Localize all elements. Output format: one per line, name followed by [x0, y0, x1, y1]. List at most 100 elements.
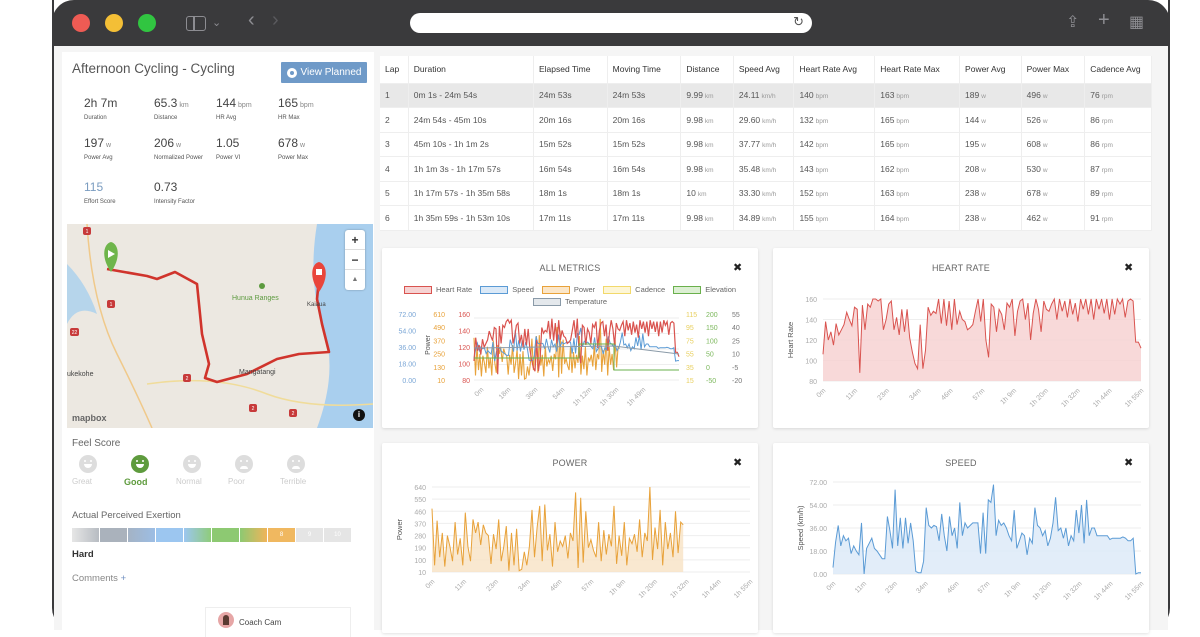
y-tick-temperature: 10 — [732, 352, 740, 359]
feel-option-poor[interactable]: Poor — [228, 455, 280, 487]
table-cell: 6 — [380, 206, 408, 231]
column-header[interactable]: Heart Rate Max — [875, 56, 960, 83]
close-window-button[interactable] — [72, 14, 90, 32]
table-cell: 16m 54s — [607, 157, 681, 182]
x-tick-label: 1h 44m — [1092, 387, 1114, 409]
cell-unit: km — [705, 93, 714, 100]
stat-value: 0.73 — [154, 180, 220, 194]
cell-value: 76 — [1090, 90, 1099, 100]
map-label-mangatangi: Mangatangi — [239, 369, 276, 376]
minimize-window-button[interactable] — [105, 14, 123, 32]
y-tick-heart_rate: 120 — [458, 345, 470, 352]
cell-value: 143 — [799, 164, 813, 174]
table-cell: 143bpm — [794, 157, 875, 182]
column-header[interactable]: Duration — [408, 56, 533, 83]
column-header[interactable]: Moving Time — [607, 56, 681, 83]
x-tick-label: 34m — [517, 578, 532, 593]
y-tick-cadence: 55 — [686, 352, 694, 359]
rpe-segment[interactable]: 10 — [324, 528, 351, 542]
table-row[interactable]: 10m 1s - 24m 54s24m 53s24m 53s9.99km24.1… — [380, 83, 1152, 108]
tab-overview-icon[interactable]: ▦ — [1129, 13, 1144, 33]
cell-value: 9.98 — [686, 115, 703, 125]
cell-value: 238 — [965, 188, 979, 198]
column-header[interactable]: Elapsed Time — [533, 56, 607, 83]
table-row[interactable]: 51h 17m 57s - 1h 35m 58s18m 1s18m 1s10km… — [380, 181, 1152, 206]
coach-avatar — [218, 612, 234, 628]
feel-option-great[interactable]: Great — [72, 455, 124, 487]
rpe-segment[interactable] — [128, 528, 155, 542]
column-header[interactable]: Speed Avg — [733, 56, 794, 83]
view-planned-button[interactable]: View Planned — [281, 62, 367, 83]
cell-value: 4 — [385, 164, 390, 174]
sidebar-toggle-icon[interactable] — [186, 16, 206, 31]
rpe-segment[interactable] — [212, 528, 239, 542]
add-comment-icon[interactable]: + — [121, 573, 127, 584]
table-row[interactable]: 224m 54s - 45m 10s20m 16s20m 16s9.98km29… — [380, 108, 1152, 133]
forward-button[interactable]: › — [272, 10, 279, 30]
cell-value: 526 — [1027, 115, 1041, 125]
stat-value: 165bpm — [278, 96, 344, 110]
rpe-segment[interactable] — [184, 528, 211, 542]
cell-unit: rpm — [1102, 216, 1113, 223]
table-cell: 162bpm — [875, 157, 960, 182]
rpe-segment[interactable] — [240, 528, 267, 542]
cell-value: 9.98 — [686, 139, 703, 149]
share-icon[interactable]: ⇪ — [1066, 13, 1079, 33]
stat-value: 65.3km — [154, 96, 220, 110]
cell-value: 140 — [799, 90, 813, 100]
stat-item: 0.73Intensity Factor — [154, 180, 220, 207]
x-tick-label: 18m — [498, 386, 513, 401]
feel-option-terrible[interactable]: Terrible — [280, 455, 332, 487]
map-info-icon[interactable]: i — [353, 409, 365, 421]
zoom-out-button[interactable]: − — [345, 250, 365, 270]
column-header[interactable]: Power Avg — [960, 56, 1022, 83]
column-header[interactable]: Cadence Avg — [1085, 56, 1152, 83]
x-tick-label: 57m — [977, 580, 992, 595]
table-row[interactable]: 61h 35m 59s - 1h 53m 10s17m 11s17m 11s9.… — [380, 206, 1152, 231]
cell-value: 87 — [1090, 164, 1099, 174]
column-header[interactable]: Lap — [380, 56, 408, 83]
route-map[interactable]: Hunua Ranges Kaiaua Mangatangi ukekohe 1… — [67, 224, 373, 428]
eye-icon — [287, 68, 297, 78]
cell-value: 152 — [799, 188, 813, 198]
column-header[interactable]: Heart Rate Avg — [794, 56, 875, 83]
chevron-down-icon[interactable]: ⌄ — [212, 13, 221, 33]
rpe-title: Actual Perceived Exertion — [72, 510, 181, 521]
feel-option-normal[interactable]: Normal — [176, 455, 228, 487]
address-bar[interactable]: ↻ — [410, 13, 812, 33]
cell-unit: km/h — [762, 191, 776, 198]
mapbox-logo[interactable]: mapbox — [72, 413, 107, 423]
table-cell: 2 — [380, 108, 408, 133]
stat-number: 1.05 — [216, 136, 239, 150]
rpe-segment[interactable] — [100, 528, 127, 542]
map-controls: + − ▲ — [345, 230, 365, 290]
x-tick-label: 1h 12m — [572, 386, 594, 408]
cell-value: 20m 16s — [539, 115, 572, 125]
maximize-window-button[interactable] — [138, 14, 156, 32]
table-cell: 496w — [1021, 83, 1085, 108]
stat-label: Normalized Power — [154, 154, 220, 163]
reload-icon[interactable]: ↻ — [793, 14, 804, 30]
rpe-segment[interactable]: 8 — [268, 528, 295, 542]
new-tab-button[interactable]: + — [1098, 10, 1110, 30]
rpe-segment[interactable] — [156, 528, 183, 542]
x-tick-label: 1h 32m — [669, 578, 691, 600]
rpe-segment[interactable]: 9 — [296, 528, 323, 542]
x-tick-label: 23m — [876, 387, 891, 402]
back-button[interactable]: ‹ — [248, 10, 255, 30]
rpe-segment[interactable] — [72, 528, 99, 542]
y-tick-speed: 72.00 — [398, 312, 416, 319]
x-tick-label: 34m — [915, 580, 930, 595]
comments-link[interactable]: Comments + — [72, 573, 126, 584]
table-row[interactable]: 41h 1m 3s - 1h 17m 57s16m 54s16m 54s9.98… — [380, 157, 1152, 182]
column-header[interactable]: Power Max — [1021, 56, 1085, 83]
y-tick-label: 36.00 — [809, 526, 827, 533]
compass-button[interactable]: ▲ — [345, 270, 365, 290]
coach-card[interactable]: Coach Cam — [205, 607, 351, 637]
column-header[interactable]: Distance — [681, 56, 734, 83]
table-row[interactable]: 345m 10s - 1h 1m 2s15m 52s15m 52s9.98km3… — [380, 132, 1152, 157]
zoom-in-button[interactable]: + — [345, 230, 365, 250]
x-tick-label: 57m — [581, 578, 596, 593]
x-tick-label: 54m — [552, 386, 567, 401]
feel-option-good[interactable]: Good — [124, 455, 176, 487]
